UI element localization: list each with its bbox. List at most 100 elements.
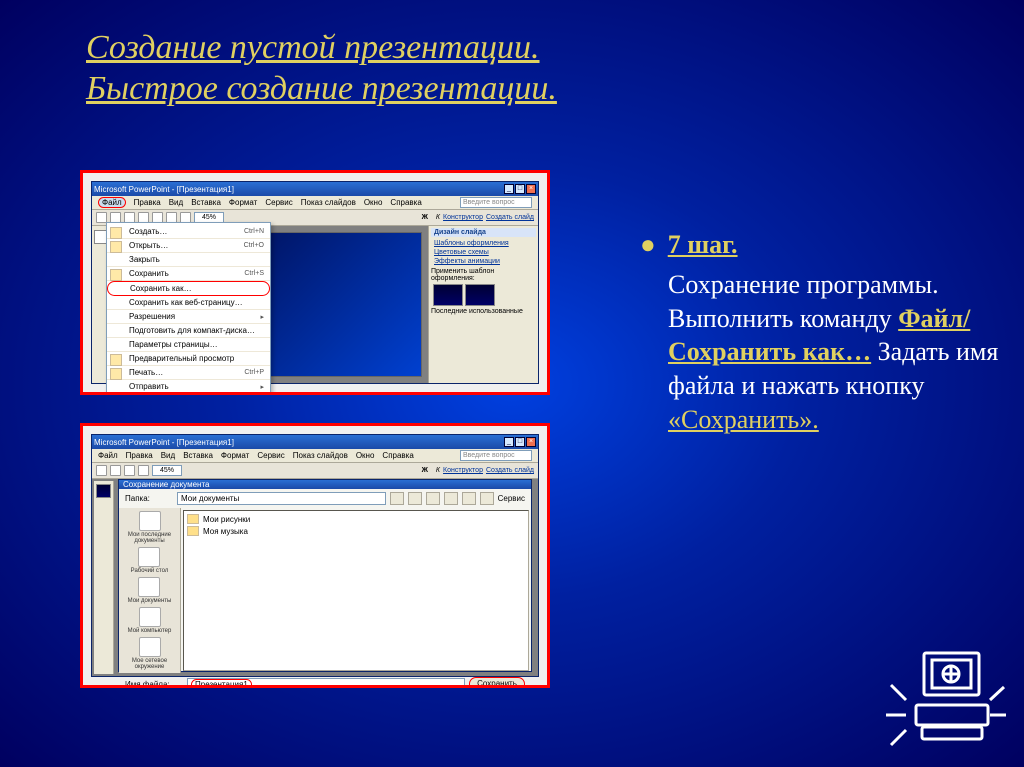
filename-input[interactable]: Презентация1 [187,678,465,689]
menu-file[interactable]: Файл [98,197,126,208]
places-item[interactable]: Мой компьютер [128,607,172,634]
tp-template-thumbs[interactable] [433,284,534,306]
tp-templates-link[interactable]: Шаблоны оформления [431,239,536,248]
up-icon[interactable] [408,492,422,505]
places-bar: Мои последние документы Рабочий стол Мои д… [119,508,181,673]
delete-icon[interactable] [444,492,458,505]
file-menu-item[interactable]: Закрыть [107,253,270,267]
ppt-titlebar-2: Microsoft PowerPoint - [Презентация1] _ … [92,435,538,449]
minimize-icon[interactable]: _ [504,437,514,447]
menu-slideshow[interactable]: Показ слайдов [301,198,356,207]
service-menu[interactable]: Сервис [498,494,525,503]
menu-edit[interactable]: Правка [134,198,161,207]
maximize-icon[interactable]: □ [515,184,525,194]
menu-item-label: Открыть… [129,241,168,250]
file-menu-item[interactable]: Создать…Ctrl+N [107,225,270,239]
list-item[interactable]: Мои рисунки [187,514,525,524]
file-list[interactable]: Мои рисунки Моя музыка [183,510,529,671]
open-icon[interactable] [110,465,121,476]
new-slide-link[interactable]: Создать слайд [486,214,534,221]
menu-edit[interactable]: Правка [126,451,153,460]
folder-icon [139,607,161,627]
menu-window[interactable]: Окно [364,198,383,207]
ask-question-input[interactable]: Введите вопрос [460,450,532,461]
task-pane: Дизайн слайда Шаблоны оформления Цветовы… [428,226,538,383]
file-menu-item[interactable]: Подготовить для компакт-диска… [107,324,270,338]
save-dialog-title: Сохранение документа [123,480,209,489]
new-slide-link[interactable]: Создать слайд [486,467,534,474]
file-menu-item[interactable]: Сохранить как… [107,281,270,296]
minimize-icon[interactable]: _ [504,184,514,194]
menu-slideshow[interactable]: Показ слайдов [293,451,348,460]
places-item[interactable]: Мои последние документы [119,511,180,544]
new-icon[interactable] [96,465,107,476]
list-item-label: Мои рисунки [203,515,250,524]
menu-item-label: Печать… [129,368,163,377]
search-icon[interactable] [426,492,440,505]
menu-view[interactable]: Вид [169,198,183,207]
menu-item-label: Подготовить для компакт-диска… [129,326,255,335]
menu-item-shortcut: ▸ [260,313,264,321]
file-menu-item[interactable]: Параметры страницы… [107,338,270,352]
list-item[interactable]: Моя музыка [187,526,525,536]
file-menu-item[interactable]: Сохранить как веб-страницу… [107,296,270,310]
maximize-icon[interactable]: □ [515,437,525,447]
save-dialog: Сохранение документа Папка: Мои документ… [118,479,532,672]
tp-effects-link[interactable]: Эффекты анимации [431,257,536,266]
places-item[interactable]: Рабочий стол [131,547,169,574]
menu-view[interactable]: Вид [161,451,175,460]
menu-item-label: Сохранить как… [130,284,192,293]
zoom-select[interactable]: 45% [152,465,182,476]
menu-tools[interactable]: Сервис [257,451,284,460]
constructor-link[interactable]: Конструктор [443,214,483,221]
file-menu-item[interactable]: Разрешения▸ [107,310,270,324]
ask-question-input[interactable]: Введите вопрос [460,197,532,208]
tp-colors-link[interactable]: Цветовые схемы [431,248,536,257]
save-button[interactable]: Сохранить [469,677,525,688]
menu-item-label: Предварительный просмотр [129,354,234,363]
menu-help[interactable]: Справка [382,451,413,460]
file-menu-item[interactable]: Печать…Ctrl+P [107,366,270,380]
places-item[interactable]: Мое сетевое окружение [119,637,180,670]
file-menu-item[interactable]: СохранитьCtrl+S [107,267,270,281]
menu-help[interactable]: Справка [390,198,421,207]
back-icon[interactable] [390,492,404,505]
file-menu-item[interactable]: Предварительный просмотр [107,352,270,366]
menu-tools[interactable]: Сервис [265,198,292,207]
filename-label: Имя файла: [125,680,183,689]
new-folder-icon[interactable] [462,492,476,505]
filename-value: Презентация1 [191,679,252,689]
menu-insert[interactable]: Вставка [183,451,213,460]
menu-window[interactable]: Окно [356,451,375,460]
taskpane-title: Дизайн слайда [431,228,536,237]
file-menu-item[interactable]: Открыть…Ctrl+O [107,239,270,253]
save-dialog-titlebar: Сохранение документа [119,480,531,489]
menu-item-label: Сохранить как веб-страницу… [129,298,243,307]
views-icon[interactable] [480,492,494,505]
menu-item-icon [110,227,122,239]
folder-select[interactable]: Мои документы [177,492,386,505]
ppt-title-text-2: Microsoft PowerPoint - [Презентация1] [94,438,234,447]
folder-icon [139,637,161,657]
close-icon[interactable]: × [526,184,536,194]
menu-item-icon [110,269,122,281]
menu-insert[interactable]: Вставка [191,198,221,207]
print-icon[interactable] [138,465,149,476]
file-menu-item[interactable]: Отправить ▸ [107,380,270,393]
places-label: Мои последние документы [119,532,180,544]
places-label: Мое сетевое окружение [119,658,180,670]
menu-file[interactable]: Файл [98,451,118,460]
list-item-label: Моя музыка [203,527,248,536]
close-icon[interactable]: × [526,437,536,447]
text-1: Сохранение программы [668,270,932,299]
constructor-link[interactable]: Конструктор [443,467,483,474]
menu-item-label: Закрыть [129,255,160,264]
save-icon[interactable] [124,465,135,476]
places-item[interactable]: Мои документы [128,577,172,604]
menu-item-label: Отправить [129,382,169,391]
menu-format[interactable]: Формат [221,451,249,460]
menu-item-icon [110,368,122,380]
menu-item-shortcut: ▸ [260,383,264,391]
menu-format[interactable]: Формат [229,198,257,207]
tp-recent-label: Последние использованные [431,308,536,315]
